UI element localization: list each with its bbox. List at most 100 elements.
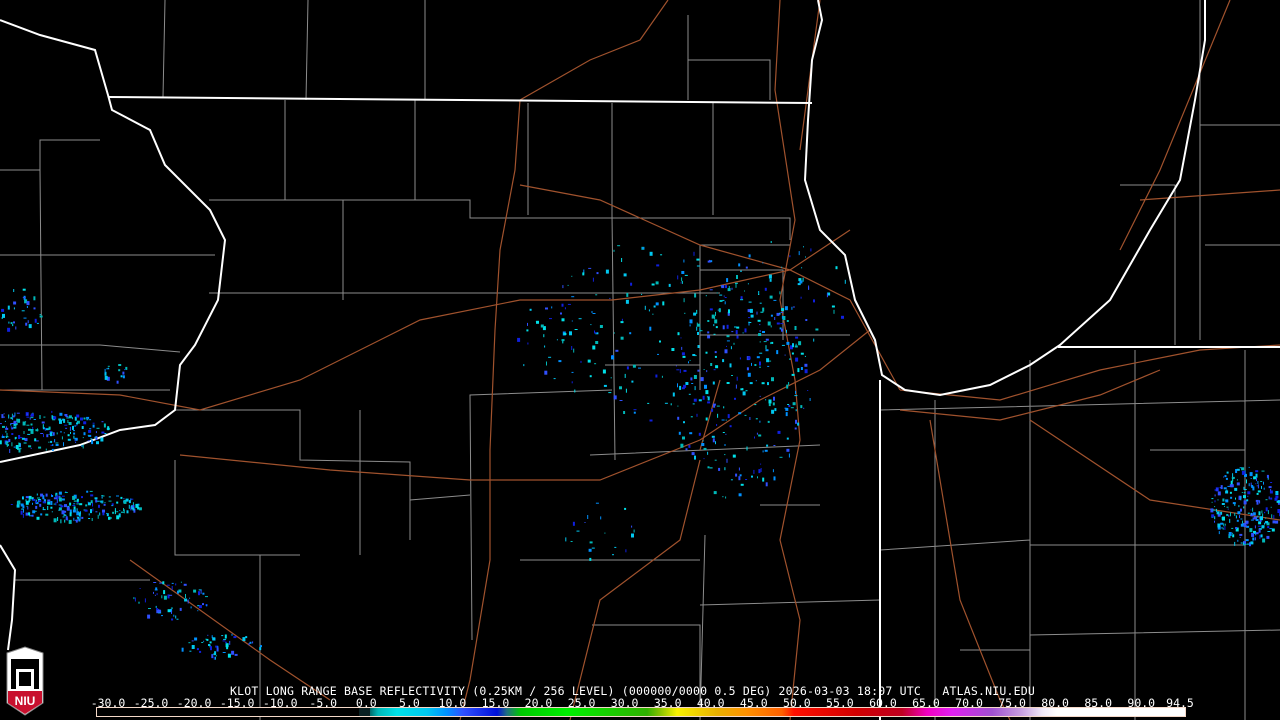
radar-echo [677, 275, 679, 280]
radar-echo [1218, 531, 1220, 535]
radar-echo [45, 513, 49, 516]
radar-echo [88, 429, 92, 433]
radar-echo [16, 504, 20, 508]
radar-echo [119, 510, 121, 512]
radar-echo [713, 333, 716, 335]
radar-echo [1236, 468, 1240, 471]
radar-echo [135, 503, 139, 508]
radar-echo [22, 288, 26, 291]
radar-echo [17, 500, 21, 505]
radar-echo [794, 345, 798, 348]
radar-echo [810, 248, 812, 252]
radar-echo [620, 321, 624, 324]
radar-echo [1235, 527, 1238, 529]
radar-echo [34, 318, 37, 323]
radar-echo [760, 463, 762, 465]
radar-echo [676, 369, 680, 371]
radar-echo [1256, 492, 1259, 495]
radar-echo [73, 517, 75, 521]
radar-echo [617, 245, 621, 247]
radar-echo [571, 275, 573, 277]
radar-echo [37, 428, 38, 432]
radar-echo [712, 381, 715, 385]
radar-echo [619, 386, 622, 390]
radar-echo [660, 254, 663, 256]
radar-echo [595, 341, 599, 344]
radar-echo [1270, 497, 1273, 500]
radar-echo [233, 636, 237, 639]
radar-echo [62, 516, 65, 518]
radar-echo [1214, 489, 1216, 492]
radar-echo [1250, 478, 1252, 479]
radar-echo [724, 467, 726, 471]
radar-map[interactable] [0, 0, 1280, 720]
radar-echo [841, 315, 844, 319]
radar-echo [190, 606, 192, 609]
radar-echo [82, 437, 84, 439]
radar-echo [187, 599, 189, 604]
radar-echo [183, 583, 187, 586]
radar-echo [189, 597, 191, 599]
radar-echo [23, 508, 24, 513]
radar-echo [625, 299, 629, 304]
radar-echo [22, 297, 26, 299]
radar-echo [8, 414, 10, 419]
radar-echo [630, 282, 633, 286]
radar-echo [13, 289, 15, 292]
radar-echo [703, 369, 705, 370]
radar-echo [41, 421, 45, 424]
radar-echo [102, 500, 104, 504]
radar-echo [103, 503, 106, 506]
radar-echo [718, 308, 721, 313]
radar-echo [62, 418, 65, 421]
radar-echo [571, 346, 573, 350]
radar-echo [122, 371, 125, 375]
radar-echo [38, 500, 42, 502]
radar-echo [26, 413, 29, 415]
radar-echo [574, 329, 578, 330]
radar-echo [543, 334, 545, 338]
radar-echo [696, 258, 700, 261]
radar-echo [13, 420, 17, 424]
radar-echo [527, 342, 529, 345]
radar-echo [90, 438, 93, 440]
radar-echo [216, 655, 217, 657]
radar-echo [758, 434, 762, 437]
radar-echo [1262, 538, 1266, 543]
radar-echo [156, 593, 158, 596]
radar-echo [56, 499, 58, 504]
radar-echo [37, 497, 40, 499]
radar-echo [7, 327, 11, 332]
radar-echo [1250, 512, 1252, 515]
radar-echo [739, 474, 742, 477]
radar-echo [716, 405, 720, 407]
radar-echo [771, 377, 774, 382]
radar-echo [7, 305, 10, 310]
radar-echo [631, 533, 634, 538]
radar-echo [126, 510, 129, 514]
radar-echo [95, 511, 98, 513]
radar-echo [2, 313, 5, 318]
radar-echo [1269, 528, 1273, 530]
radar-echo [574, 389, 576, 393]
radar-echo [790, 407, 794, 409]
radar-echo [223, 638, 227, 640]
radar-echo [771, 341, 774, 344]
radar-echo [612, 554, 614, 556]
radar-echo [1230, 484, 1234, 488]
radar-echo [596, 272, 599, 275]
radar-echo [1243, 525, 1247, 528]
radar-echo [116, 380, 119, 384]
radar-echo [764, 287, 767, 291]
radar-echo [30, 447, 32, 449]
radar-echo [749, 308, 753, 313]
radar-echo [786, 341, 790, 345]
radar-echo [86, 490, 89, 493]
radar-echo [25, 499, 27, 502]
radar-echo [44, 427, 46, 431]
radar-echo [16, 412, 20, 414]
radar-echo [655, 302, 659, 306]
radar-echo [75, 519, 78, 523]
radar-echo [128, 504, 130, 509]
radar-echo [682, 355, 686, 358]
